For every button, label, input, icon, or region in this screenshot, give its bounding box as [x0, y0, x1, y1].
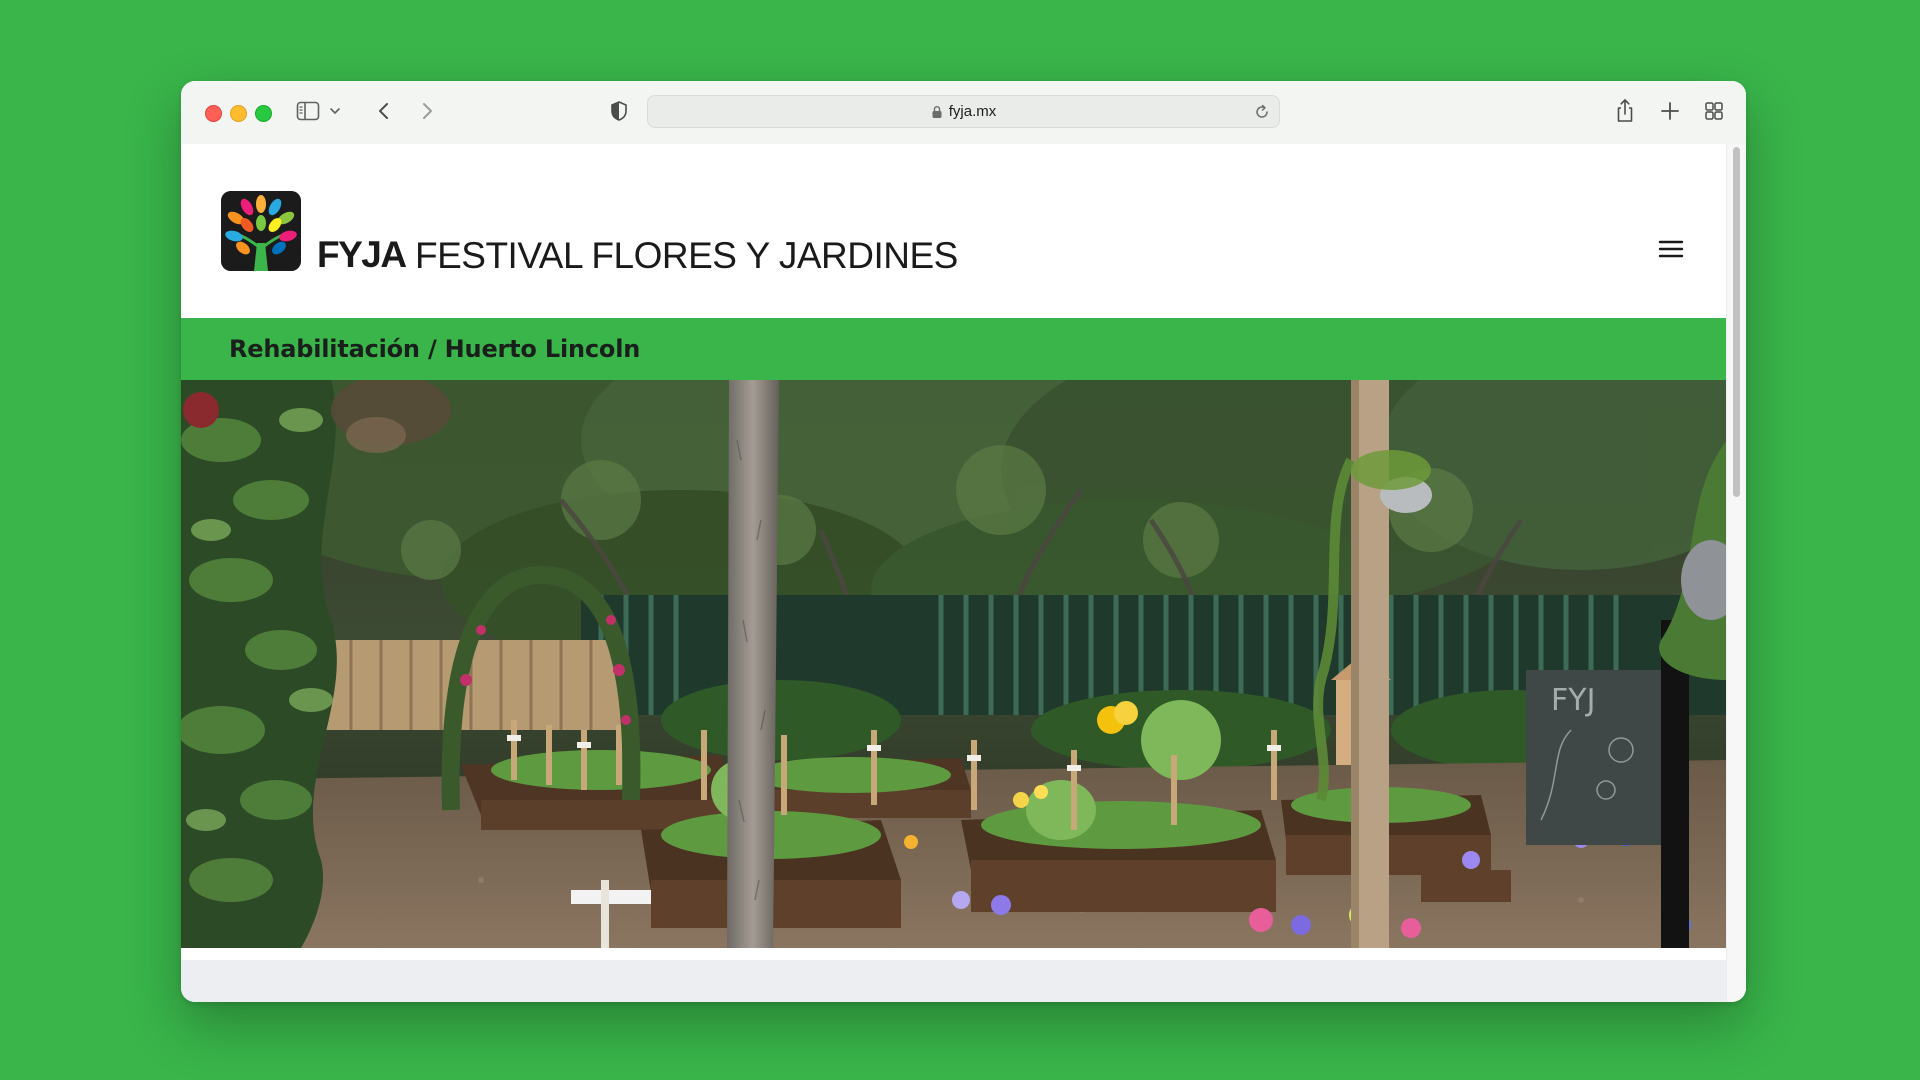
page-scrollbar[interactable]: [1726, 144, 1746, 1002]
zoom-window-button[interactable]: [255, 105, 272, 122]
hamburger-menu-icon[interactable]: [1657, 237, 1685, 261]
grid-icon[interactable]: [1703, 100, 1725, 122]
scrollbar-thumb[interactable]: [1733, 147, 1740, 497]
lock-icon: [932, 105, 942, 118]
minimize-window-button[interactable]: [230, 105, 247, 122]
site-header: FYJA FESTIVAL FLORES Y JARDINES: [181, 144, 1727, 318]
web-page: FYJA FESTIVAL FLORES Y JARDINES Rehabili…: [181, 144, 1727, 1002]
browser-window: fyja.mx FYJA FESTIVAL FLORES Y JARDINES …: [181, 81, 1746, 1002]
url-text: fyja.mx: [948, 103, 997, 120]
sidebar-icon[interactable]: [296, 101, 320, 121]
chalkboard-sign-text: FYJ: [1551, 683, 1595, 718]
chevron-down-icon[interactable]: [328, 103, 342, 119]
address-content: fyja.mx: [648, 96, 1279, 127]
reload-icon[interactable]: [1252, 102, 1272, 122]
hero-garden-photo: FYJ: [181, 380, 1727, 948]
breadcrumb-bar: Rehabilitación / Huerto Lincoln: [181, 318, 1727, 380]
chevron-right-icon[interactable]: [416, 99, 438, 123]
address-bar[interactable]: fyja.mx: [647, 95, 1280, 128]
share-icon[interactable]: [1613, 97, 1637, 125]
brand-short-name[interactable]: FYJA: [317, 236, 407, 273]
chevron-left-icon[interactable]: [373, 99, 395, 123]
fyja-logo-icon[interactable]: [221, 191, 301, 271]
shield-icon[interactable]: [608, 99, 630, 123]
close-window-button[interactable]: [205, 105, 222, 122]
brand-full-name[interactable]: FESTIVAL FLORES Y JARDINES: [415, 237, 958, 274]
breadcrumb: Rehabilitación / Huerto Lincoln: [229, 335, 641, 363]
plus-icon[interactable]: [1659, 100, 1681, 122]
content-footer-strip: [181, 960, 1727, 1002]
browser-toolbar: fyja.mx: [181, 81, 1746, 145]
